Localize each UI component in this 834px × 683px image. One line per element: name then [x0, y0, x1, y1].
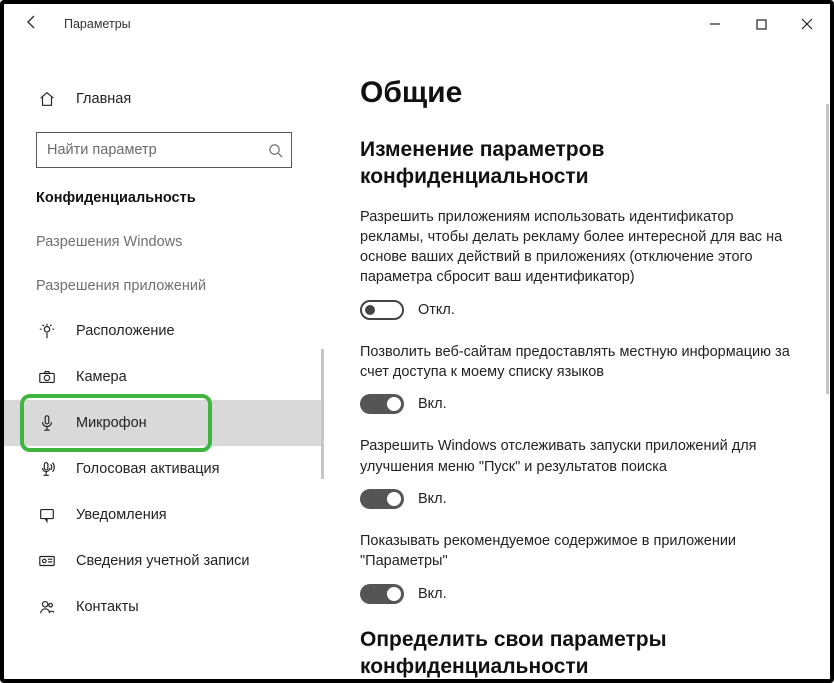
sidebar-home[interactable]: Главная: [4, 84, 324, 114]
microphone-icon: [36, 414, 58, 432]
toggle-language-list[interactable]: [360, 394, 404, 414]
account-info-icon: [36, 552, 58, 570]
window-title: Параметры: [64, 17, 131, 31]
content-area: Общие Изменение параметров конфиденциаль…: [324, 44, 830, 679]
toggle-ad-id-state: Откл.: [418, 302, 455, 318]
window-controls: [692, 4, 830, 44]
sidebar-item-notifications[interactable]: Уведомления: [4, 492, 324, 538]
sidebar-item-camera[interactable]: Камера: [4, 354, 324, 400]
sidebar-item-label: Голосовая активация: [76, 461, 219, 477]
back-button[interactable]: [24, 14, 40, 34]
option-language-list-text: Позволить веб-сайтам предоставлять местн…: [360, 342, 790, 383]
home-icon: [36, 90, 58, 108]
search-input[interactable]: Найти параметр: [36, 132, 292, 168]
search-icon: [267, 143, 283, 158]
sidebar-category: Конфиденциальность: [4, 190, 324, 206]
option-app-launch-toggle-row: Вкл.: [360, 489, 790, 509]
sidebar: Главная Найти параметр Конфиденциальност…: [4, 44, 324, 679]
section-privacy-settings-title: Изменение параметров конфиденциальности: [360, 136, 790, 191]
sidebar-item-label: Расположение: [76, 323, 175, 339]
sidebar-item-label: Контакты: [76, 599, 139, 615]
sidebar-item-label: Уведомления: [76, 507, 167, 523]
notifications-icon: [36, 506, 58, 524]
maximize-button[interactable]: [738, 4, 784, 44]
settings-window: Параметры Главная Найти параметр: [0, 0, 834, 683]
sidebar-item-voice-activation[interactable]: Голосовая активация: [4, 446, 324, 492]
section-learn-privacy-title: Определить свои параметры конфиденциальн…: [360, 626, 790, 679]
option-language-list-toggle-row: Вкл.: [360, 394, 790, 414]
search-placeholder: Найти параметр: [47, 142, 267, 158]
voice-activation-icon: [36, 460, 58, 478]
camera-icon: [36, 368, 58, 386]
sidebar-item-account-info[interactable]: Сведения учетной записи: [4, 538, 324, 584]
toggle-app-launch-state: Вкл.: [418, 491, 447, 507]
sidebar-group-apps: Разрешения приложений: [4, 278, 324, 294]
option-suggested-content-toggle-row: Вкл.: [360, 584, 790, 604]
contacts-icon: [36, 598, 58, 616]
titlebar: Параметры: [4, 4, 830, 44]
toggle-suggested-content[interactable]: [360, 584, 404, 604]
option-ad-id-toggle-row: Откл.: [360, 300, 790, 320]
option-suggested-content-text: Показывать рекомендуемое содержимое в пр…: [360, 531, 790, 572]
sidebar-group-windows: Разрешения Windows: [4, 234, 324, 250]
sidebar-home-label: Главная: [76, 91, 131, 107]
close-button[interactable]: [784, 4, 830, 44]
sidebar-item-location[interactable]: Расположение: [4, 308, 324, 354]
option-app-launch-text: Разрешить Windows отслеживать запуски пр…: [360, 436, 790, 477]
content-scrollbar[interactable]: [826, 104, 829, 394]
toggle-ad-id[interactable]: [360, 300, 404, 320]
minimize-button[interactable]: [692, 4, 738, 44]
sidebar-item-contacts[interactable]: Контакты: [4, 584, 324, 630]
location-icon: [36, 322, 58, 340]
sidebar-item-label: Сведения учетной записи: [76, 553, 250, 569]
toggle-suggested-content-state: Вкл.: [418, 586, 447, 602]
sidebar-item-microphone[interactable]: Микрофон: [4, 400, 324, 446]
sidebar-item-label: Микрофон: [76, 415, 147, 431]
toggle-language-list-state: Вкл.: [418, 396, 447, 412]
sidebar-item-label: Камера: [76, 369, 127, 385]
page-title: Общие: [360, 76, 790, 110]
option-ad-id-text: Разрешить приложениям использовать идент…: [360, 207, 790, 288]
toggle-app-launch[interactable]: [360, 489, 404, 509]
